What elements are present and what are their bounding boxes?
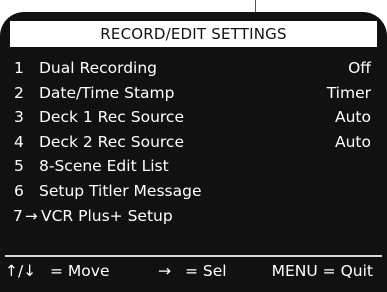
item-value: Auto <box>335 108 371 127</box>
selection-arrow-icon: → <box>25 206 38 225</box>
select-hint: = Sel <box>185 262 227 280</box>
menu-item-8-scene-edit-list[interactable]: 5 8-Scene Edit List <box>0 154 387 179</box>
menu-item-setup-titler-message[interactable]: 6 Setup Titler Message <box>0 179 387 204</box>
item-number: 4 <box>14 132 24 151</box>
item-number: 6 <box>14 181 24 200</box>
item-value: Auto <box>335 132 371 151</box>
item-value: Timer <box>326 83 371 102</box>
item-label: Date/Time Stamp <box>39 83 175 102</box>
item-label: Dual Recording <box>39 59 158 77</box>
menu-item-vcr-plus-setup[interactable]: 7 → VCR Plus+ Setup <box>0 204 387 229</box>
menu-footer-help: ↑/↓ = Move → = Sel MENU = Quit <box>0 258 387 284</box>
quit-hint: MENU = Quit <box>271 262 373 280</box>
right-arrow-icon: → <box>158 262 171 280</box>
item-number: 3 <box>14 108 24 127</box>
item-number: 2 <box>14 83 24 102</box>
menu-item-dual-recording[interactable]: 1 Dual Recording Off <box>0 56 387 81</box>
item-value: Off <box>348 59 371 77</box>
move-hint: = Move <box>50 262 110 280</box>
menu-item-deck2-rec-source[interactable]: 4 Deck 2 Rec Source Auto <box>0 130 387 155</box>
menu-title: RECORD/EDIT SETTINGS <box>10 21 377 47</box>
item-label: Setup Titler Message <box>39 181 202 200</box>
menu-item-deck1-rec-source[interactable]: 3 Deck 1 Rec Source Auto <box>0 105 387 130</box>
menu-item-date-time-stamp[interactable]: 2 Date/Time Stamp Timer <box>0 81 387 106</box>
item-label: VCR Plus+ Setup <box>41 206 173 225</box>
item-label: Deck 1 Rec Source <box>39 108 184 127</box>
item-number: 5 <box>14 157 24 176</box>
footer-divider <box>5 255 382 257</box>
item-label: Deck 2 Rec Source <box>39 132 184 151</box>
item-label: 8-Scene Edit List <box>39 157 169 176</box>
item-number: 7 <box>13 206 23 225</box>
item-number: 1 <box>14 59 24 77</box>
up-down-arrows-icon: ↑/↓ <box>5 262 37 280</box>
settings-menu-list: 1 Dual Recording Off 2 Date/Time Stamp T… <box>0 56 387 228</box>
